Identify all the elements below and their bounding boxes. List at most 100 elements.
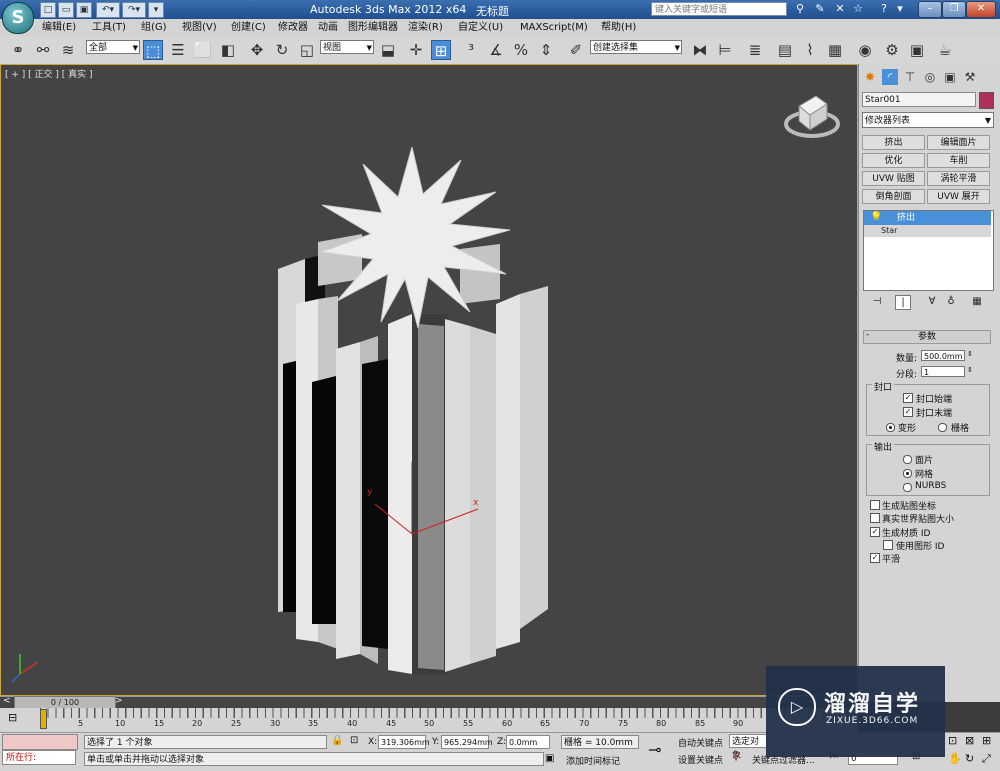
render-production-icon[interactable]: ☕ xyxy=(935,40,955,60)
stack-item-star[interactable]: Star xyxy=(864,225,991,237)
material-editor-icon[interactable]: ◉ xyxy=(855,40,875,60)
modifier-button-turbosmooth[interactable]: 涡轮平滑 xyxy=(927,171,990,186)
modifier-list-dropdown[interactable]: 修改器列表 ▼ xyxy=(862,112,994,128)
bind-spacewarp-icon[interactable]: ≋ xyxy=(58,40,78,60)
gen-mat-ids-checkbox[interactable]: ✓ xyxy=(870,527,880,537)
remove-modifier-icon[interactable]: ♁ xyxy=(944,295,958,308)
mesh-radio[interactable] xyxy=(903,469,912,478)
menu-group[interactable]: 组(G) xyxy=(141,20,167,35)
extruded-star-model[interactable]: y x xyxy=(0,64,858,696)
create-tab-icon[interactable]: ✸ xyxy=(862,69,878,85)
subscription-icon[interactable]: ✎ xyxy=(812,2,828,16)
open-file-icon[interactable]: ▭ xyxy=(58,2,74,18)
mini-curve-editor-icon[interactable]: ⊟ xyxy=(8,711,17,724)
spinner-arrows-icon[interactable]: ⇕ xyxy=(967,366,973,374)
use-shape-ids-checkbox[interactable] xyxy=(883,540,893,550)
help-dropdown-icon[interactable]: ▾ xyxy=(892,2,908,16)
new-file-icon[interactable]: □ xyxy=(40,2,56,18)
field-of-view-icon[interactable]: ⊞ xyxy=(982,734,991,747)
customize-qat-icon[interactable]: ▾ xyxy=(148,2,164,18)
z-coordinate-field[interactable]: 0.0mm xyxy=(506,735,550,749)
menu-help[interactable]: 帮助(H) xyxy=(601,20,636,35)
modifier-button-bevel-profile[interactable]: 倒角剖面 xyxy=(862,189,925,204)
viewcube-icon[interactable] xyxy=(783,90,841,138)
modifier-button-extrude[interactable]: 挤出 xyxy=(862,135,925,150)
angle-snap-icon[interactable]: ∡ xyxy=(486,40,506,60)
undo-icon[interactable]: ↶▾ xyxy=(96,2,120,18)
app-logo-icon[interactable]: S xyxy=(2,2,34,34)
minimize-button[interactable]: – xyxy=(918,1,942,18)
lock-selection-icon[interactable]: 🔒 xyxy=(331,735,343,746)
pan-view-icon[interactable]: ✋ xyxy=(948,752,962,765)
set-key-button[interactable]: 设置关键点 xyxy=(678,753,723,766)
modifier-button-unwrap-uvw[interactable]: UVW 展开 xyxy=(927,189,990,204)
spinner-snap-icon[interactable]: ⇕ xyxy=(536,40,556,60)
named-selection-dropdown[interactable]: 创建选择集 ▼ xyxy=(590,40,682,54)
collapse-icon[interactable]: - xyxy=(866,330,869,340)
rectangular-selection-icon[interactable]: ⬜ xyxy=(193,40,213,60)
modifier-button-optimize[interactable]: 优化 xyxy=(862,153,925,168)
object-color-swatch[interactable] xyxy=(979,92,994,109)
communication-icon[interactable]: ✕ xyxy=(832,2,848,16)
redo-icon[interactable]: ↷▾ xyxy=(122,2,146,18)
add-time-tag-button[interactable]: 添加时间标记 xyxy=(566,754,620,767)
scale-icon[interactable]: ◱ xyxy=(297,40,317,60)
make-unique-icon[interactable]: ∀ xyxy=(925,295,939,308)
edit-named-selection-icon[interactable]: ✐ xyxy=(566,40,586,60)
grid-radio[interactable] xyxy=(938,423,947,432)
mirror-icon[interactable]: ⧓ xyxy=(690,40,710,60)
auto-key-button[interactable]: 自动关键点 xyxy=(678,736,723,749)
snaps-toggle-icon[interactable]: ³ xyxy=(461,40,481,60)
menu-modifiers[interactable]: 修改器 xyxy=(278,20,308,35)
gen-mapping-checkbox[interactable] xyxy=(870,500,880,510)
binoculars-icon[interactable]: ⚲ xyxy=(792,2,808,16)
key-mode-dropdown[interactable]: 选定对象 xyxy=(729,734,767,761)
render-setup-icon[interactable]: ⚙ xyxy=(882,40,902,60)
modify-tab-icon[interactable]: ◜ xyxy=(882,69,898,85)
menu-animation[interactable]: 动画 xyxy=(318,20,338,35)
utilities-tab-icon[interactable]: ⚒ xyxy=(962,69,978,85)
schematic-view-icon[interactable]: ▦ xyxy=(825,40,845,60)
link-icon[interactable]: ⚭ xyxy=(8,40,28,60)
favorites-star-icon[interactable]: ☆ xyxy=(850,2,866,16)
amount-spinner[interactable]: 500.0mm xyxy=(921,350,965,361)
next-frame-icon[interactable]: > xyxy=(115,696,123,706)
rotate-icon[interactable]: ↻ xyxy=(272,40,292,60)
unlink-icon[interactable]: ⚯ xyxy=(33,40,53,60)
parameters-rollout-header[interactable]: 参数 xyxy=(863,330,991,344)
maximize-viewport-icon[interactable]: ⤢ xyxy=(982,752,991,766)
display-tab-icon[interactable]: ▣ xyxy=(942,69,958,85)
patch-radio[interactable] xyxy=(903,455,912,464)
y-coordinate-field[interactable]: 965.294mm xyxy=(441,735,493,749)
selection-filter-dropdown[interactable]: 全部 ▼ xyxy=(86,40,140,54)
modifier-button-uvw-map[interactable]: UVW 贴图 xyxy=(862,171,925,186)
menu-edit[interactable]: 编辑(E) xyxy=(42,20,76,35)
search-input[interactable]: 键入关键字或短语 xyxy=(651,2,787,16)
menu-customize[interactable]: 自定义(U) xyxy=(458,20,503,35)
zoom-extents-all-icon[interactable]: ⊠ xyxy=(965,734,974,747)
smooth-checkbox[interactable]: ✓ xyxy=(870,553,880,563)
curve-editor-icon[interactable]: ⌇ xyxy=(800,40,820,60)
morph-radio[interactable] xyxy=(886,423,895,432)
modifier-button-lathe[interactable]: 车削 xyxy=(927,153,990,168)
graphite-tools-icon[interactable]: ▤ xyxy=(775,40,795,60)
layer-manager-icon[interactable]: ≣ xyxy=(745,40,765,60)
key-icon[interactable]: ⊸ xyxy=(648,740,661,759)
stack-item-extrude[interactable]: 挤出 xyxy=(864,211,991,225)
show-end-result-icon[interactable]: | xyxy=(895,295,911,310)
nurbs-radio[interactable] xyxy=(903,483,912,492)
pivot-center-icon[interactable]: ⬓ xyxy=(378,40,398,60)
select-manipulate-icon[interactable]: ✛ xyxy=(406,40,426,60)
configure-modifier-sets-icon[interactable]: ▦ xyxy=(970,295,984,308)
cap-start-checkbox[interactable]: ✓ xyxy=(903,393,913,403)
orbit-icon[interactable]: ↻ xyxy=(965,752,974,765)
motion-tab-icon[interactable]: ◎ xyxy=(922,69,938,85)
modifier-button-edit-patch[interactable]: 编辑面片 xyxy=(927,135,990,150)
menu-graph-editors[interactable]: 图形编辑器 xyxy=(348,20,398,35)
zoom-extents-icon[interactable]: ⊡ xyxy=(948,734,957,747)
real-world-checkbox[interactable] xyxy=(870,513,880,523)
maxscript-listener[interactable]: 所在行: xyxy=(2,750,76,765)
keyboard-shortcut-override-icon[interactable]: ⊞ xyxy=(431,40,451,60)
rendered-frame-icon[interactable]: ▣ xyxy=(907,40,927,60)
hierarchy-tab-icon[interactable]: ⊤ xyxy=(902,69,918,85)
